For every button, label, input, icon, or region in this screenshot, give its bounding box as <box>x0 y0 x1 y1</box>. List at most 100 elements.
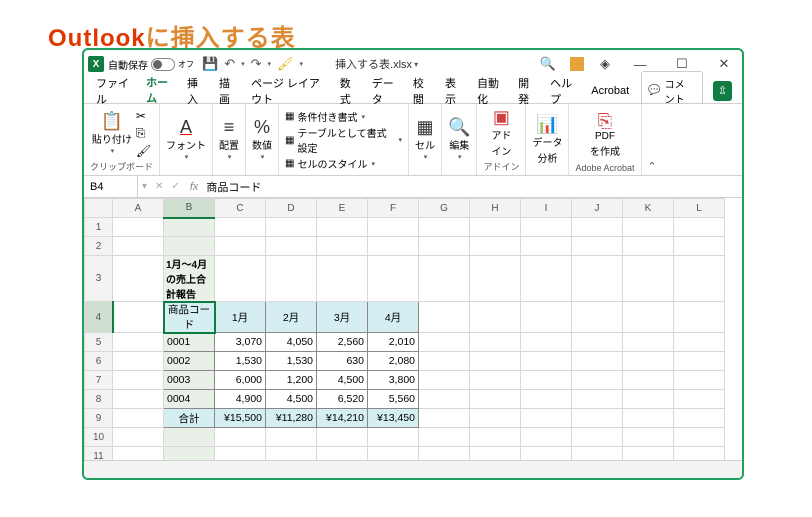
cell[interactable]: 630 <box>317 352 368 371</box>
cell[interactable]: 1,530 <box>215 352 266 371</box>
cell[interactable] <box>674 333 725 352</box>
cell[interactable] <box>470 218 521 237</box>
cell[interactable]: 0004 <box>164 390 215 409</box>
cell[interactable] <box>674 428 725 447</box>
cell[interactable] <box>470 409 521 428</box>
cell[interactable]: 4,050 <box>266 333 317 352</box>
cell[interactable] <box>113 428 164 447</box>
enter-icon[interactable]: ✓ <box>167 181 183 192</box>
maximize-button[interactable]: ☐ <box>668 56 696 72</box>
col-header[interactable]: L <box>674 199 725 218</box>
col-header[interactable]: A <box>113 199 164 218</box>
cell[interactable] <box>317 447 368 461</box>
collapse-ribbon-icon[interactable]: ⌃ <box>642 158 663 175</box>
cell[interactable]: 6,520 <box>317 390 368 409</box>
cell[interactable] <box>521 237 572 256</box>
row-header[interactable]: 1 <box>85 218 113 237</box>
cell[interactable] <box>419 302 470 333</box>
tab-acrobat[interactable]: Acrobat <box>589 82 631 100</box>
cell[interactable] <box>521 352 572 371</box>
toggle-switch[interactable] <box>151 58 175 71</box>
cell[interactable] <box>368 256 419 302</box>
cell[interactable] <box>113 333 164 352</box>
cell[interactable] <box>470 447 521 461</box>
cell[interactable]: 2,010 <box>368 333 419 352</box>
cell[interactable] <box>470 428 521 447</box>
account-icon[interactable] <box>570 57 584 71</box>
cell[interactable] <box>113 371 164 390</box>
redo-dropdown[interactable]: ▾ <box>268 60 272 68</box>
cell[interactable] <box>215 218 266 237</box>
cell[interactable] <box>368 237 419 256</box>
cell[interactable]: 0003 <box>164 371 215 390</box>
worksheet[interactable]: ABCDEFGHIJKL1231月～4月の売上合計報告4商品コード1月2月3月4… <box>84 198 742 460</box>
cell[interactable] <box>521 302 572 333</box>
cell[interactable] <box>521 218 572 237</box>
cell[interactable] <box>623 447 674 461</box>
cell[interactable] <box>419 390 470 409</box>
cell[interactable] <box>572 218 623 237</box>
row-header[interactable]: 2 <box>85 237 113 256</box>
cell[interactable] <box>572 352 623 371</box>
formula-input[interactable] <box>204 176 742 197</box>
cell[interactable]: 2,080 <box>368 352 419 371</box>
copy-icon[interactable]: ⎘ <box>136 126 151 141</box>
cell[interactable] <box>623 428 674 447</box>
cell[interactable] <box>623 409 674 428</box>
cell[interactable] <box>419 218 470 237</box>
cell[interactable] <box>470 333 521 352</box>
editing-button[interactable]: 🔍編集▾ <box>448 118 470 161</box>
cell[interactable]: ¥14,210 <box>317 409 368 428</box>
row-header[interactable]: 4 <box>85 302 113 333</box>
cell[interactable] <box>572 333 623 352</box>
cell[interactable] <box>521 428 572 447</box>
cell[interactable]: 4,500 <box>266 390 317 409</box>
cell[interactable]: 5,560 <box>368 390 419 409</box>
col-header[interactable]: C <box>215 199 266 218</box>
cell[interactable] <box>623 390 674 409</box>
cell[interactable]: 1月～4月の売上合計報告 <box>164 256 215 302</box>
cell[interactable] <box>674 409 725 428</box>
col-header[interactable]: G <box>419 199 470 218</box>
row-header[interactable]: 6 <box>85 352 113 371</box>
cell[interactable] <box>113 447 164 461</box>
cell[interactable] <box>674 390 725 409</box>
cell[interactable]: ¥11,280 <box>266 409 317 428</box>
name-box[interactable]: B4 <box>84 176 138 197</box>
cell[interactable]: ¥13,450 <box>368 409 419 428</box>
cell[interactable]: 4月 <box>368 302 419 333</box>
cell[interactable] <box>164 237 215 256</box>
row-header[interactable]: 3 <box>85 256 113 302</box>
cell[interactable]: 0002 <box>164 352 215 371</box>
format-table-button[interactable]: ▦ テーブルとして書式設定 ▾ <box>285 125 402 155</box>
cell[interactable] <box>623 371 674 390</box>
col-header[interactable]: I <box>521 199 572 218</box>
cell[interactable] <box>266 256 317 302</box>
col-header[interactable]: H <box>470 199 521 218</box>
cell[interactable] <box>572 447 623 461</box>
addin-button[interactable]: ▣アドイン <box>491 108 511 158</box>
cell[interactable] <box>572 428 623 447</box>
cell[interactable] <box>419 447 470 461</box>
brush-dropdown[interactable]: ▾ <box>300 60 304 68</box>
cell-styles-button[interactable]: ▦ セルのスタイル ▾ <box>285 156 375 171</box>
cell[interactable]: 3,800 <box>368 371 419 390</box>
cell[interactable] <box>419 371 470 390</box>
col-header[interactable]: B <box>164 199 215 218</box>
cell[interactable] <box>521 333 572 352</box>
grid[interactable]: ABCDEFGHIJKL1231月～4月の売上合計報告4商品コード1月2月3月4… <box>84 198 725 460</box>
cell[interactable] <box>266 237 317 256</box>
cell[interactable]: 1月 <box>215 302 266 333</box>
cell[interactable] <box>164 218 215 237</box>
row-header[interactable]: 9 <box>85 409 113 428</box>
analysis-button[interactable]: 📊データ分析 <box>532 115 562 165</box>
cell[interactable] <box>215 428 266 447</box>
cell[interactable] <box>623 302 674 333</box>
cell[interactable] <box>521 390 572 409</box>
number-button[interactable]: %数値▾ <box>252 118 272 161</box>
row-header[interactable]: 5 <box>85 333 113 352</box>
cell[interactable] <box>317 237 368 256</box>
cell[interactable] <box>419 409 470 428</box>
cell[interactable] <box>674 302 725 333</box>
cell[interactable]: 6,000 <box>215 371 266 390</box>
